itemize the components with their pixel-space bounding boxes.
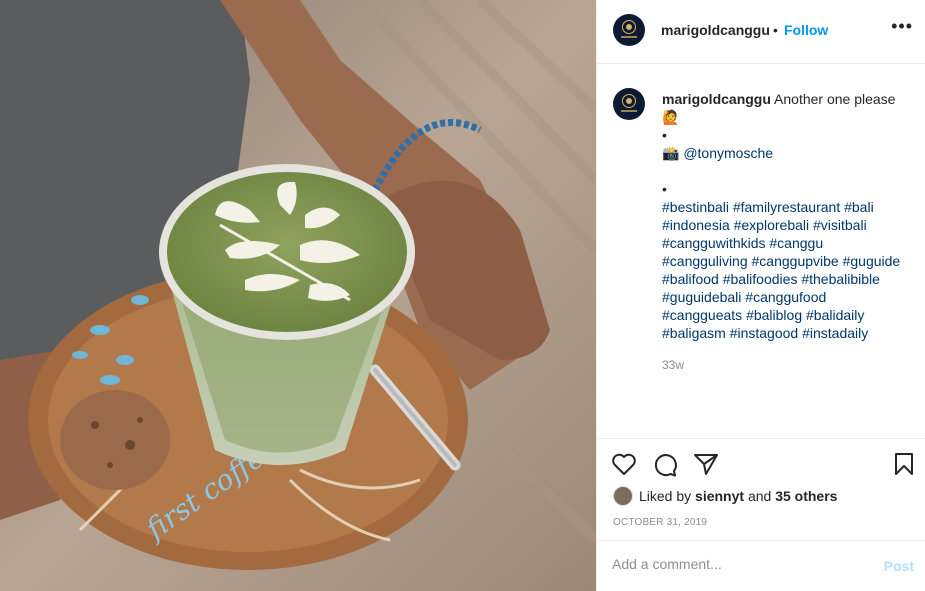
caption-text: Another one please (774, 91, 896, 107)
hashtag-line[interactable]: #cangguliving #canggupvibe #guguide (662, 252, 912, 270)
comment-input[interactable] (612, 556, 862, 572)
caption-avatar[interactable] (613, 88, 645, 120)
logo-text-mark (621, 36, 637, 38)
hashtag-line[interactable]: #guguidebali #canggufood (662, 288, 912, 306)
hashtag-line[interactable]: #bestinbali #familyrestaurant #bali (662, 198, 912, 216)
caption-bullet: • (662, 181, 667, 197)
caption-username[interactable]: marigoldcanggu (662, 91, 771, 107)
follow-button[interactable]: Follow (784, 22, 828, 38)
more-options-icon[interactable]: ••• (891, 16, 913, 37)
header-separator: • (773, 22, 778, 38)
caption-bullet: • (662, 127, 667, 143)
logo-text-mark (621, 110, 637, 112)
post-side-panel: marigoldcanggu • Follow ••• marigoldcang… (596, 0, 925, 591)
hashtag-line[interactable]: #baligasm #instagood #instadaily (662, 324, 912, 342)
caption-emoji: 🙋 (662, 109, 680, 125)
hashtag-line[interactable]: #cangguwithkids #canggu (662, 234, 912, 252)
liked-and: and (747, 488, 772, 504)
profile-avatar[interactable] (613, 14, 645, 46)
photo-credit-link[interactable]: 📸 @tonymosche (662, 144, 912, 162)
bookmark-icon[interactable] (893, 452, 915, 481)
hashtag-line[interactable]: #indonesia #explorebali #visitbali (662, 216, 912, 234)
comment-bar: Post (597, 540, 925, 591)
logo-dot (626, 98, 632, 104)
matcha-latte-image: first coffee (0, 0, 596, 591)
header-username[interactable]: marigoldcanggu (661, 22, 770, 38)
post-header: marigoldcanggu • Follow ••• (597, 0, 925, 64)
post-comment-button[interactable]: Post (884, 558, 914, 574)
hashtag-line[interactable]: #canggueats #baliblog #balidaily (662, 306, 912, 324)
post-photo[interactable]: first coffee (0, 0, 596, 591)
liker-avatar[interactable] (613, 486, 633, 506)
hashtag-line[interactable]: #balifood #balifoodies #thebalibible (662, 270, 912, 288)
likes-summary: Liked by siennyt and 35 others (613, 486, 837, 506)
heart-icon[interactable] (611, 452, 637, 481)
share-icon[interactable] (693, 452, 719, 481)
liked-by-prefix: Liked by (639, 488, 692, 504)
caption-first-line: marigoldcanggu Another one please (662, 90, 912, 108)
comment-icon[interactable] (652, 452, 678, 483)
caption-section: marigoldcanggu Another one please 🙋 • 📸 … (597, 64, 925, 439)
action-bar (597, 440, 925, 488)
liker-username[interactable]: siennyt (695, 488, 744, 504)
caption-time-ago[interactable]: 33w (662, 356, 912, 374)
likes-others-link[interactable]: 35 others (775, 488, 837, 504)
logo-dot (626, 24, 632, 30)
post-date[interactable]: OCTOBER 31, 2019 (613, 517, 707, 528)
caption-body: marigoldcanggu Another one please 🙋 • 📸 … (662, 90, 912, 374)
